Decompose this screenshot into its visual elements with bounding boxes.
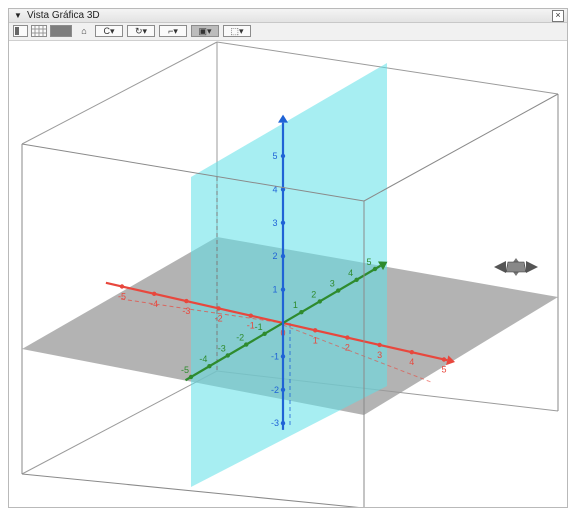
z-tick-label: -1	[271, 351, 279, 361]
y-tick--2	[244, 342, 249, 347]
z-tick-label: -3	[271, 418, 279, 428]
y-tick-label: -1	[255, 322, 263, 332]
z-axis-arrowhead	[278, 114, 288, 123]
axes-toggle-icon[interactable]	[13, 25, 28, 37]
z-tick--3	[280, 421, 286, 426]
x-tick-1	[313, 328, 318, 333]
title-bar[interactable]: ▼ Vista Gráfica 3D ×	[9, 9, 567, 23]
y-tick-label: 5	[366, 257, 371, 267]
x-tick-label: 5	[441, 365, 446, 375]
y-tick-label: 3	[330, 279, 335, 289]
z-tick-5	[280, 153, 286, 159]
x-tick--5	[119, 284, 125, 289]
y-tick-2	[317, 299, 322, 304]
graphics-3d-canvas[interactable]: -5-4-3-2-1012345 -5-4-3-2-112345 -3-2-11…	[9, 41, 567, 509]
x-tick-2	[345, 335, 350, 340]
x-tick-label: -4	[150, 299, 158, 309]
z-tick-label: 5	[272, 151, 277, 161]
y-tick--5	[188, 374, 194, 380]
rotate-dropdown-icon[interactable]: ↻▾	[127, 25, 155, 37]
x-tick-label: 2	[345, 343, 350, 353]
y-tick-label: 1	[293, 300, 298, 310]
z-tick-2	[280, 254, 286, 259]
y-tick-1	[299, 310, 304, 315]
x-tick-label: 3	[377, 350, 382, 360]
vertical-plane[interactable]	[191, 63, 387, 487]
y-tick--1	[262, 331, 267, 336]
x-tick-4	[409, 350, 414, 355]
z-tick-1	[280, 287, 286, 292]
y-tick-label: 2	[311, 289, 316, 299]
y-tick-label: -4	[199, 354, 207, 364]
x-tick-label: 4	[409, 357, 414, 367]
projection-dropdown-icon[interactable]: ⌐▾	[159, 25, 187, 37]
graphics-3d-window: ▼ Vista Gráfica 3D × ⌂ C▾ ↻▾ ⌐▾ ▣▾ ⬚▾ -5…	[8, 8, 568, 509]
cube-dropdown-icon[interactable]: ⬚▾	[223, 25, 251, 37]
clipping-dropdown-icon[interactable]: C▾	[95, 25, 123, 37]
x-tick--2	[216, 306, 221, 311]
y-tick--4	[207, 364, 212, 369]
x-tick-label: -2	[215, 313, 223, 323]
collapse-icon[interactable]: ▼	[14, 9, 22, 22]
x-tick-label: -3	[182, 306, 190, 316]
z-tick--2	[280, 387, 286, 392]
y-tick-label: 4	[348, 268, 353, 278]
y-tick--3	[225, 353, 230, 358]
y-tick-label: -5	[181, 365, 189, 375]
window-title: Vista Gráfica 3D	[27, 10, 100, 21]
x-tick--4	[152, 291, 157, 296]
x-tick--1	[248, 313, 253, 318]
y-tick-4	[354, 277, 359, 282]
close-icon[interactable]: ×	[552, 10, 564, 22]
box-dropdown-icon[interactable]: ▣▾	[191, 25, 219, 37]
x-tick-label: 1	[313, 335, 318, 345]
y-tick-label: -3	[218, 343, 226, 353]
z-tick--1	[280, 354, 286, 359]
scene-svg[interactable]: -5-4-3-2-1012345 -5-4-3-2-112345 -3-2-11…	[9, 41, 567, 509]
z-tick-3	[280, 220, 286, 225]
grid-toggle-icon[interactable]	[31, 25, 47, 37]
y-tick-5	[372, 266, 378, 272]
z-tick-label: 3	[272, 218, 277, 228]
z-tick-label: 1	[272, 285, 277, 295]
z-tick-label: -2	[271, 385, 279, 395]
rotate-view-icon[interactable]	[494, 258, 538, 276]
z-tick-label: 2	[272, 251, 277, 261]
plane-toggle-icon[interactable]	[50, 25, 72, 37]
y-tick-3	[336, 288, 341, 293]
x-tick-label: -5	[118, 292, 126, 302]
y-tick-label: -2	[236, 333, 244, 343]
home-icon[interactable]: ⌂	[77, 25, 91, 37]
style-toolbar: ⌂ C▾ ↻▾ ⌐▾ ▣▾ ⬚▾	[9, 23, 567, 41]
x-tick-3	[377, 342, 382, 348]
x-tick--3	[184, 298, 189, 304]
x-tick-5	[441, 357, 447, 362]
